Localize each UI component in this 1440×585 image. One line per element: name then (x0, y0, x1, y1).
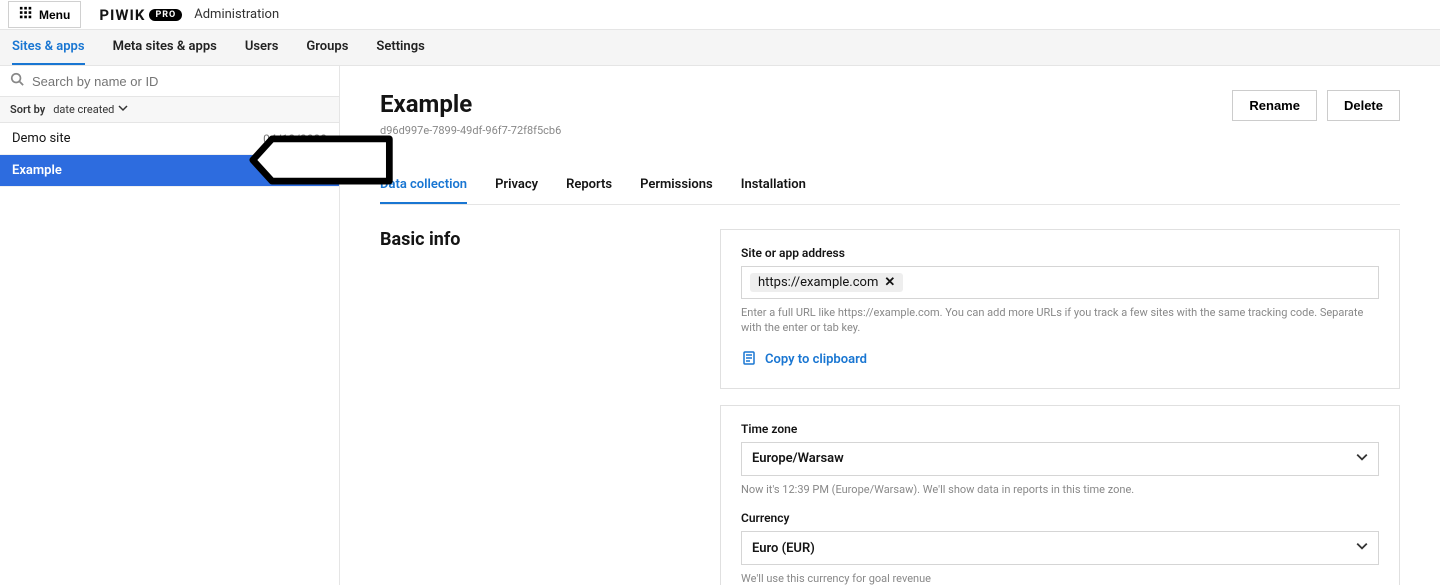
menu-label: Menu (39, 8, 70, 22)
admin-label: Administration (194, 7, 279, 22)
list-item-name: Example (12, 163, 62, 178)
timezone-currency-panel: Time zone Europe/Warsaw Now it's 12:39 P… (720, 405, 1400, 585)
address-chip-text: https://example.com (758, 275, 878, 290)
list-item-name: Demo site (12, 131, 70, 146)
brand-prefix: PIWIK (99, 6, 145, 24)
address-input[interactable]: https://example.com ✕ (741, 266, 1379, 299)
section-title: Basic info (380, 229, 680, 585)
content-tabs: Data collection Privacy Reports Permissi… (380, 167, 1400, 205)
tab-meta-sites[interactable]: Meta sites & apps (113, 30, 217, 65)
address-chip: https://example.com ✕ (750, 273, 903, 292)
grid-icon (19, 6, 33, 23)
chevron-down-icon (1356, 451, 1368, 467)
main-tabs: Sites & apps Meta sites & apps Users Gro… (0, 30, 1440, 66)
menu-button[interactable]: Menu (8, 1, 81, 28)
currency-select[interactable]: Euro (EUR) (741, 531, 1379, 565)
basic-info-section: Basic info Site or app address https://e… (380, 229, 1400, 585)
tab-privacy[interactable]: Privacy (495, 167, 538, 204)
search-input[interactable] (32, 74, 329, 89)
annotation-arrow (248, 135, 398, 189)
timezone-select[interactable]: Europe/Warsaw (741, 442, 1379, 476)
address-help: Enter a full URL like https://example.co… (741, 305, 1379, 336)
tab-settings[interactable]: Settings (376, 30, 424, 65)
site-header: Example d96d997e-7899-49df-96f7-72f8f5cb… (380, 90, 1400, 137)
chip-remove-icon[interactable]: ✕ (884, 275, 895, 290)
site-title: Example (380, 90, 561, 118)
brand-logo: PIWIK PRO (99, 6, 182, 24)
chevron-down-icon (118, 103, 128, 116)
address-label: Site or app address (741, 246, 1379, 260)
tab-sites-apps[interactable]: Sites & apps (12, 30, 85, 65)
tab-reports[interactable]: Reports (566, 167, 612, 204)
sort-dropdown[interactable]: date created (53, 103, 128, 116)
tab-groups[interactable]: Groups (306, 30, 348, 65)
currency-value: Euro (EUR) (752, 541, 815, 556)
delete-button[interactable]: Delete (1327, 90, 1400, 121)
sort-row: Sort by date created (0, 97, 339, 123)
topbar: Menu PIWIK PRO Administration (0, 0, 1440, 30)
content: Example d96d997e-7899-49df-96f7-72f8f5cb… (340, 66, 1440, 585)
chevron-down-icon (1356, 540, 1368, 556)
tab-installation[interactable]: Installation (741, 167, 806, 204)
copy-to-clipboard-button[interactable]: Copy to clipboard (741, 350, 1379, 370)
copy-label: Copy to clipboard (765, 352, 867, 367)
timezone-help: Now it's 12:39 PM (Europe/Warsaw). We'll… (741, 482, 1379, 497)
clipboard-icon (741, 350, 757, 370)
brand-badge: PRO (149, 9, 182, 21)
tab-users[interactable]: Users (245, 30, 279, 65)
rename-button[interactable]: Rename (1232, 90, 1317, 121)
tab-permissions[interactable]: Permissions (640, 167, 713, 204)
search-wrap (0, 66, 339, 97)
header-actions: Rename Delete (1232, 90, 1400, 121)
currency-help: We'll use this currency for goal revenue (741, 571, 1379, 585)
sort-value: date created (53, 103, 114, 116)
currency-label: Currency (741, 511, 1379, 525)
address-panel: Site or app address https://example.com … (720, 229, 1400, 389)
search-icon (10, 72, 24, 90)
timezone-label: Time zone (741, 422, 1379, 436)
site-id: d96d997e-7899-49df-96f7-72f8f5cb6 (380, 124, 561, 137)
sort-label: Sort by (10, 103, 45, 116)
timezone-value: Europe/Warsaw (752, 451, 844, 466)
